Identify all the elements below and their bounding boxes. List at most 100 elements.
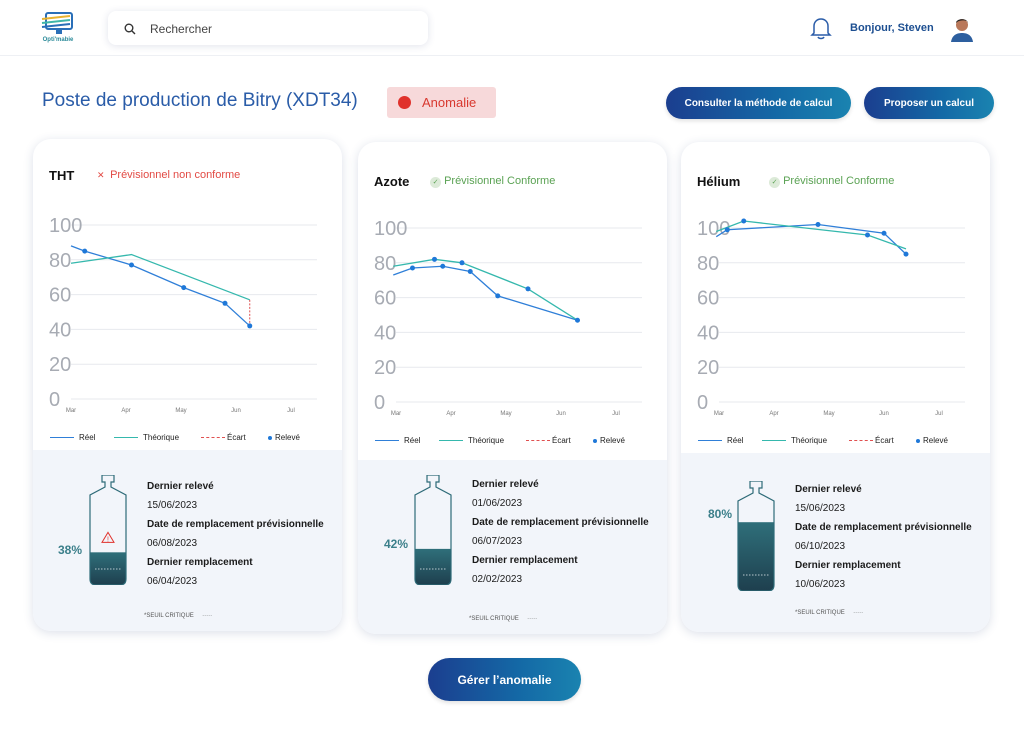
y-tick-label: 0: [49, 389, 60, 411]
propose-calculation-button[interactable]: Proposer un calcul: [864, 87, 994, 119]
forecast-replacement-value: 06/08/2023: [147, 538, 198, 549]
card-title: Azote: [374, 174, 410, 189]
critical-threshold-note: *SEUIL CRITIQUE ·····: [795, 610, 863, 616]
status-label: Prévisionnel Conforme: [444, 175, 556, 187]
card-info: Dernier relevé 15/06/2023 Date de rempla…: [147, 480, 324, 594]
legend-marker-theorique: [762, 440, 786, 441]
card-details: 80% Dernier relevé 15/06/2023 Date de re…: [681, 453, 990, 632]
gas-bottle-gauge: [414, 474, 452, 590]
legend-label-theorique: Théorique: [143, 433, 180, 442]
y-tick-label: 60: [49, 285, 71, 307]
line-chart: 100806040200 Mar Apr May Jun Jul: [49, 215, 317, 414]
x-tick-label: Mar: [391, 411, 401, 417]
card-details: 42% Dernier relevé 01/06/2023 Date de re…: [358, 460, 667, 634]
chart-legend: Réel Théorique Écart Relevé: [33, 433, 342, 447]
releve-point: [181, 285, 187, 291]
last-replacement-label: Dernier remplacement: [795, 560, 901, 571]
releve-point: [865, 232, 870, 238]
card-info: Dernier relevé 01/06/2023 Date de rempla…: [472, 478, 649, 592]
forecast-replacement-value: 06/07/2023: [472, 536, 523, 547]
series-line-reel: [70, 245, 251, 327]
forecast-replacement-value: 06/10/2023: [795, 541, 846, 552]
y-tick-label: 0: [697, 392, 708, 414]
legend-marker-reel: [375, 440, 399, 441]
status-label: Prévisionnel non conforme: [110, 169, 241, 181]
gas-bottle-gauge: [737, 480, 775, 596]
x-tick-label: Mar: [66, 408, 76, 414]
x-tick-label: Jun: [556, 411, 566, 417]
legend-label-reel: Réel: [727, 436, 744, 445]
last-replacement-value: 06/04/2023: [147, 576, 198, 587]
y-tick-label: 20: [374, 357, 396, 379]
legend-marker-theorique: [439, 440, 463, 441]
legend-marker-ecart: [526, 440, 550, 441]
y-tick-label: 0: [374, 392, 385, 414]
legend-label-ecart: Écart: [227, 433, 246, 442]
legend-marker-reel: [50, 437, 74, 438]
view-calculation-method-button[interactable]: Consulter la méthode de calcul: [666, 87, 851, 119]
releve-point: [525, 286, 531, 292]
critical-threshold-label: *SEUIL CRITIQUE: [469, 616, 519, 622]
card-details: ! 38% Dernier relevé 15/06/2023 Date de …: [33, 450, 342, 631]
x-tick-label: Jun: [879, 411, 889, 417]
manage-anomaly-button[interactable]: Gérer l’anomalie: [428, 658, 581, 701]
legend-label-ecart: Écart: [552, 436, 571, 445]
last-replacement-label: Dernier remplacement: [472, 555, 578, 566]
y-tick-label: 40: [697, 322, 719, 344]
releve-point: [467, 269, 473, 274]
fill-percentage: 38%: [58, 543, 83, 557]
app-logo-text: Opti'mabie: [42, 37, 74, 43]
y-tick-label: 20: [697, 357, 719, 379]
anomaly-dot-icon: [398, 96, 411, 109]
y-tick-label: 100: [49, 215, 82, 237]
search-icon: [124, 22, 136, 40]
y-tick-label: 40: [374, 322, 396, 344]
search-input[interactable]: Rechercher: [150, 22, 212, 36]
status-indicator: ✓ Prévisionnel Conforme: [430, 175, 555, 188]
threshold-dash-icon: ·····: [853, 610, 864, 616]
line-chart: 100806040200 Mar Apr May Jun Jul: [697, 218, 965, 417]
x-tick-label: May: [500, 411, 511, 417]
gas-bottle-gauge: !: [89, 474, 127, 590]
notification-bell-icon[interactable]: [810, 16, 832, 45]
status-check-icon: ✓: [430, 177, 441, 188]
chart-legend: Réel Théorique Écart Relevé: [358, 436, 667, 450]
threshold-dash-icon: ·····: [527, 616, 538, 622]
x-tick-label: Apr: [769, 411, 778, 417]
releve-point: [724, 227, 730, 233]
releve-point: [741, 218, 747, 224]
forecast-replacement-label: Date de remplacement prévisionnelle: [147, 519, 324, 530]
last-reading-label: Dernier relevé: [147, 481, 214, 492]
search-bar[interactable]: Rechercher: [108, 11, 428, 45]
legend-marker-ecart: [849, 440, 873, 441]
x-tick-label: Jul: [612, 411, 620, 417]
legend-label-reel: Réel: [79, 433, 96, 442]
x-tick-label: Apr: [121, 408, 130, 414]
y-tick-label: 80: [49, 250, 71, 272]
releve-point: [440, 263, 446, 269]
anomaly-badge-label: Anomalie: [422, 95, 477, 110]
page-title: Poste de production de Bitry (XDT34): [42, 90, 358, 111]
releve-point: [410, 265, 415, 271]
legend-label-theorique: Théorique: [468, 436, 505, 445]
legend-marker-releve: [916, 439, 920, 443]
top-bar: Opti'mabie Rechercher Bonjour, Steven: [0, 0, 1024, 56]
forecast-replacement-label: Date de remplacement prévisionnelle: [795, 522, 972, 533]
user-avatar[interactable]: [948, 14, 976, 42]
releve-point: [222, 300, 228, 306]
fill-percentage: 80%: [708, 507, 733, 521]
last-replacement-value: 10/06/2023: [795, 579, 846, 590]
y-tick-label: 80: [697, 253, 719, 275]
warning-mark: !: [107, 536, 109, 543]
legend-marker-reel: [698, 440, 722, 441]
gauge-fill: [415, 548, 451, 585]
user-greeting: Bonjour, Steven: [850, 22, 934, 34]
fill-percentage: 42%: [384, 537, 409, 551]
last-reading-value: 01/06/2023: [472, 498, 523, 509]
releve-point: [575, 317, 580, 323]
y-tick-label: 80: [374, 253, 396, 275]
releve-point: [495, 293, 501, 299]
y-tick-label: 40: [49, 319, 71, 341]
series-line-theorique: [393, 258, 578, 321]
releve-point: [432, 256, 437, 262]
